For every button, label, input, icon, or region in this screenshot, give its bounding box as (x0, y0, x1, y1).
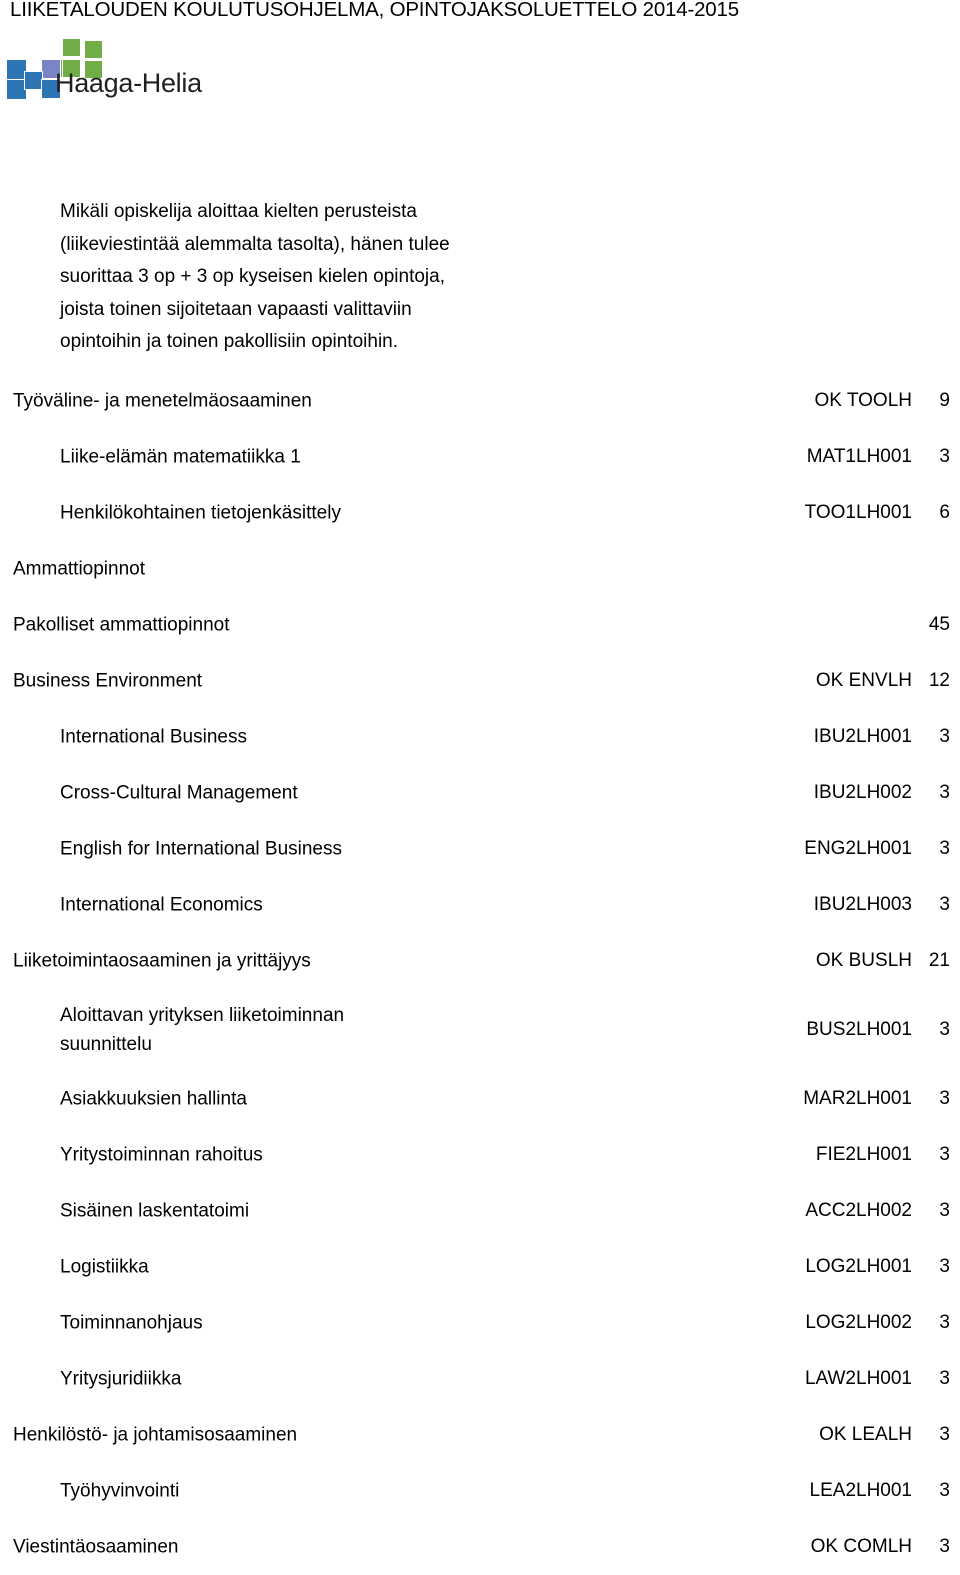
credit-value: 3 (939, 1312, 950, 1333)
module-name: Henkilöstö- ja johtamisosaaminen (13, 1424, 298, 1446)
course-name: Liike-elämän matematiikka 1 (60, 446, 301, 468)
logo-square-green-2 (84, 40, 103, 59)
course-code: OK COMLH (810, 1536, 912, 1557)
credit-value: 21 (928, 950, 950, 971)
module-row: Liiketoimintaosaaminen ja yrittäjyys OK B… (0, 933, 960, 989)
course-name: Cross-Cultural Management (60, 782, 298, 804)
intro-line: Mikäli opiskelija aloittaa kielten perus… (60, 201, 417, 222)
course-row: Asiakkuuksien hallinta MAR2LH001 3 (0, 1071, 960, 1127)
course-code: LAW2LH001 (804, 1368, 912, 1389)
course-code: OK LEALH (819, 1424, 912, 1445)
course-name: English for International Business (60, 838, 342, 860)
module-name: Ammattiopinnot (13, 558, 146, 580)
credit-value: 3 (939, 838, 950, 859)
intro-paragraph: Mikäli opiskelija aloittaa kielten perus… (60, 196, 530, 359)
credit-value: 3 (939, 1480, 950, 1501)
credit-value: 12 (928, 670, 950, 691)
page-title: LIIKETALOUDEN KOULUTUSOHJELMA, OPINTOJAK… (10, 0, 739, 21)
intro-line: (liikeviestintää alemmalta tasolta), hän… (60, 233, 450, 255)
course-code: IBU2LH001 (813, 726, 912, 747)
module-row: Henkilöstö- ja johtamisosaaminen OK LEALH… (0, 1407, 960, 1463)
course-row: Henkilökohtainen tietojenkäsittely TOO1LH… (0, 485, 960, 541)
course-row: Työhyvinvointi LEA2LH001 3 (0, 1463, 960, 1519)
module-row: Työväline- ja menetelmäosaaminen OK TOOLH… (0, 373, 960, 429)
intro-line: joista toinen sijoitetaan vapaasti valit… (60, 298, 412, 320)
course-code: OK ENVLH (815, 670, 912, 691)
credit-value: 3 (939, 1200, 950, 1221)
course-code: ACC2LH002 (805, 1200, 912, 1221)
course-code: MAR2LH001 (803, 1088, 912, 1109)
credit-value: 3 (939, 1256, 950, 1277)
course-row: International Business IBU2LH001 3 (0, 709, 960, 765)
module-name: Pakolliset ammattiopinnot (13, 614, 230, 636)
intro-line: opintoihin ja toinen pakollisiin opintoi… (60, 331, 399, 352)
module-row: Viestintäosaaminen OK COMLH 3 (0, 1519, 960, 1575)
credit-value: 3 (939, 726, 950, 747)
course-code: BUS2LH001 (806, 1019, 912, 1040)
course-code: OK BUSLH (815, 950, 912, 971)
course-row: Liike-elämän matematiikka 1 MAT1LH001 3 (0, 429, 960, 485)
course-row: Yritysjuridiikka LAW2LH001 3 (0, 1351, 960, 1407)
course-name: Yritysjuridiikka (60, 1368, 182, 1390)
course-row: English for International Business ENG2LH… (0, 821, 960, 877)
course-code: LEA2LH001 (809, 1480, 912, 1501)
course-row: International Economics IBU2LH003 3 (0, 877, 960, 933)
course-name: International Business (60, 726, 247, 748)
course-row: Cross-Cultural Management IBU2LH002 3 (0, 765, 960, 821)
course-name: Aloittavan yrityksen liiketoiminnan suun… (60, 1005, 345, 1055)
module-name: Viestintäosaaminen (13, 1536, 179, 1558)
module-row: Business Environment OK ENVLH 12 (0, 653, 960, 709)
module-name: Business Environment (13, 670, 203, 692)
course-row: Aloittavan yrityksen liiketoiminnan suun… (0, 989, 960, 1071)
course-code: LOG2LH002 (805, 1312, 912, 1333)
credit-value: 3 (939, 1019, 950, 1040)
credit-value: 9 (939, 390, 950, 411)
course-name: Työhyvinvointi (60, 1480, 180, 1502)
course-code: TOO1LH001 (804, 502, 912, 523)
course-name: Logistiikka (60, 1256, 149, 1278)
credit-value: 3 (939, 894, 950, 915)
logo-wordmark: Haaga-Helia (55, 68, 202, 98)
credit-value: 3 (939, 1368, 950, 1389)
credit-value: 6 (939, 502, 950, 523)
course-row: Yritystoiminnan rahoitus FIE2LH001 3 (0, 1127, 960, 1183)
course-name: Henkilökohtainen tietojenkäsittely (60, 502, 341, 524)
course-code: FIE2LH001 (815, 1144, 912, 1165)
course-code: LOG2LH001 (805, 1256, 912, 1277)
course-row: Toiminnanohjaus LOG2LH002 3 (0, 1295, 960, 1351)
course-code: IBU2LH003 (813, 894, 912, 915)
course-name: Sisäinen laskentatoimi (60, 1200, 250, 1222)
credit-value: 3 (939, 1088, 950, 1109)
course-code: IBU2LH002 (813, 782, 912, 803)
course-code: ENG2LH001 (804, 838, 912, 859)
course-code: MAT1LH001 (806, 446, 912, 467)
module-name: Liiketoimintaosaaminen ja yrittäjyys (13, 950, 311, 972)
course-name: Toiminnanohjaus (60, 1312, 203, 1334)
credit-value: 3 (939, 1424, 950, 1445)
course-table: Työväline- ja menetelmäosaaminen OK TOOLH… (0, 373, 960, 1575)
intro-line: suorittaa 3 op + 3 op kyseisen kielen op… (60, 266, 446, 287)
course-row: Logistiikka LOG2LH001 3 (0, 1239, 960, 1295)
course-code: OK TOOLH (814, 390, 913, 411)
module-row: Pakolliset ammattiopinnot 45 (0, 597, 960, 653)
course-name: Yritystoiminnan rahoitus (60, 1144, 263, 1166)
module-name: Työväline- ja menetelmäosaaminen (13, 390, 312, 412)
course-name: International Economics (60, 894, 263, 916)
course-row: Sisäinen laskentatoimi ACC2LH002 3 (0, 1183, 960, 1239)
credit-value: 3 (939, 782, 950, 803)
credit-value: 3 (939, 1536, 950, 1557)
module-row: Ammattiopinnot (0, 541, 960, 597)
course-name: Asiakkuuksien hallinta (60, 1088, 247, 1110)
credit-value: 45 (928, 614, 950, 635)
credit-value: 3 (939, 1144, 950, 1165)
logo-square-green-1 (62, 38, 81, 57)
credit-value: 3 (939, 446, 950, 467)
